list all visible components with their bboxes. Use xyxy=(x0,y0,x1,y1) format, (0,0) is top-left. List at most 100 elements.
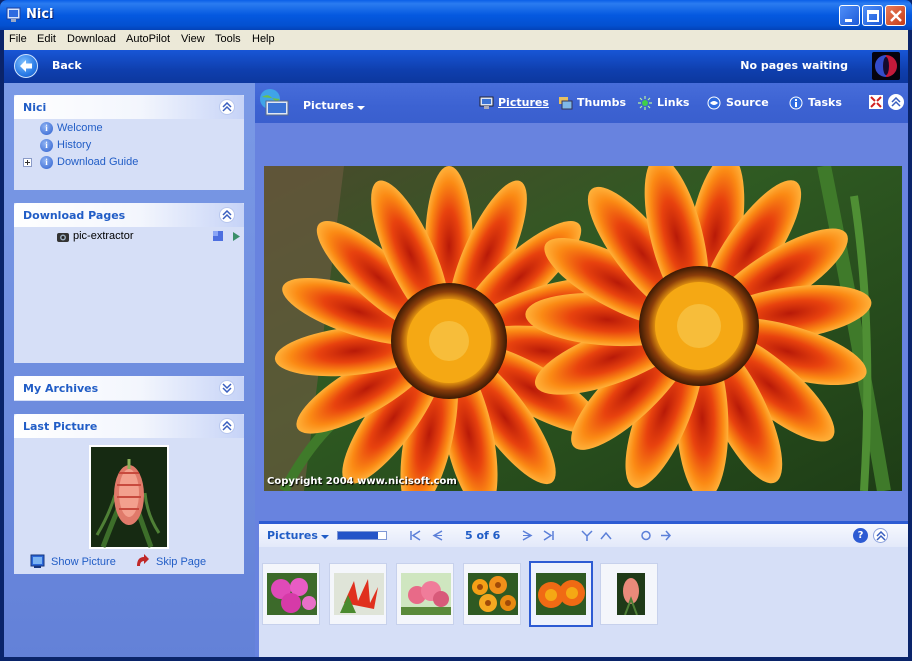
help-icon[interactable]: ? xyxy=(853,528,868,543)
last-picture-header[interactable]: Last Picture xyxy=(14,414,244,438)
copyright-watermark: Copyright 2004 www.nicisoft.com xyxy=(267,476,457,487)
info-icon: i xyxy=(40,139,53,152)
info-icon: i xyxy=(40,156,53,169)
main-content: Pictures Pictures Thumbs Links Source Ta… xyxy=(255,83,908,657)
thumbnail-image xyxy=(617,573,645,615)
archives-title: My Archives xyxy=(23,382,99,395)
thumbs-icon xyxy=(559,97,573,110)
collapse-up-icon[interactable] xyxy=(600,530,612,541)
thumbnail-image xyxy=(334,573,384,615)
close-icon xyxy=(890,10,902,22)
tab-tasks-label: Tasks xyxy=(808,96,842,109)
thumbnail-image xyxy=(401,573,451,615)
menu-view[interactable]: View xyxy=(181,33,205,45)
thumbnail[interactable] xyxy=(463,563,521,625)
previous-page-icon[interactable] xyxy=(431,530,443,541)
filmstrip-toolbar: Pictures 5 of 6 ? xyxy=(259,521,908,547)
tab-pictures-label: Pictures xyxy=(498,96,549,109)
next-page-icon[interactable] xyxy=(522,530,534,541)
info-icon: i xyxy=(40,122,53,135)
filmstrip-title: Pictures xyxy=(267,529,318,542)
maximize-icon xyxy=(867,10,879,22)
thumbnail-image xyxy=(468,573,518,615)
thumbnail[interactable] xyxy=(262,563,320,625)
thumbnail-selected[interactable] xyxy=(529,561,593,627)
tab-links-label: Links xyxy=(657,96,690,109)
last-page-icon[interactable] xyxy=(543,530,555,541)
info-icon xyxy=(789,96,803,110)
expand-plus-icon[interactable] xyxy=(23,158,32,167)
queue-status: No pages waiting xyxy=(740,59,848,72)
collapse-up-icon[interactable] xyxy=(219,99,235,115)
menu-help[interactable]: Help xyxy=(252,33,275,45)
menu-tools[interactable]: Tools xyxy=(215,33,241,45)
tab-source-label: Source xyxy=(726,96,769,109)
navigation-bar: Back No pages waiting xyxy=(4,50,908,83)
last-picture-title: Last Picture xyxy=(23,420,98,433)
activity-orb-icon xyxy=(872,52,900,80)
back-arrow-icon xyxy=(14,54,38,78)
monitor-icon xyxy=(479,96,494,109)
download-guide-link[interactable]: Download Guide xyxy=(57,156,138,168)
menu-download[interactable]: Download xyxy=(67,33,116,45)
thumbnail[interactable] xyxy=(329,563,387,625)
expand-down-icon[interactable] xyxy=(219,380,235,396)
forward-icon[interactable] xyxy=(660,530,672,541)
first-page-icon[interactable] xyxy=(409,530,421,541)
menu-edit[interactable]: Edit xyxy=(37,33,56,45)
thumbnail[interactable] xyxy=(600,563,658,625)
refresh-icon[interactable] xyxy=(640,530,652,541)
chevron-down-icon xyxy=(321,535,329,539)
nici-panel-title: Nici xyxy=(23,101,47,114)
history-link[interactable]: History xyxy=(57,139,91,151)
picture-viewer: Copyright 2004 www.nicisoft.com xyxy=(255,123,908,515)
play-icon[interactable] xyxy=(232,231,241,242)
collapse-up-icon[interactable] xyxy=(219,418,235,434)
progress-fill xyxy=(338,532,378,539)
gazania-photo xyxy=(264,166,902,491)
chevron-down-icon xyxy=(357,106,365,110)
minimize-icon xyxy=(845,19,852,22)
last-picture-thumbnail[interactable] xyxy=(89,445,169,549)
download-pages-header[interactable]: Download Pages xyxy=(14,203,244,227)
skip-page-icon xyxy=(137,554,149,566)
nici-panel-header[interactable]: Nici xyxy=(14,95,244,119)
close-button[interactable] xyxy=(885,5,906,26)
view-dropdown[interactable]: Pictures xyxy=(303,99,365,112)
thumbnail-image xyxy=(536,573,586,615)
filmstrip-dropdown[interactable]: Pictures xyxy=(259,524,349,547)
task-sidebar: Nici i Welcome i History i Download Guid… xyxy=(4,83,255,657)
skip-page-link[interactable]: Skip Page xyxy=(156,556,206,568)
camera-icon xyxy=(57,233,69,242)
stop-icon[interactable] xyxy=(212,230,224,242)
collapse-up-icon[interactable] xyxy=(219,207,235,223)
fullscreen-icon[interactable] xyxy=(869,95,883,109)
collapse-up-icon[interactable] xyxy=(888,94,904,110)
welcome-link[interactable]: Welcome xyxy=(57,122,103,134)
thumbnail[interactable] xyxy=(396,563,454,625)
collapse-up-icon[interactable] xyxy=(873,528,888,543)
view-toolbar: Pictures Pictures Thumbs Links Source Ta… xyxy=(255,83,908,123)
back-button[interactable]: Back xyxy=(12,53,100,80)
minimize-button[interactable] xyxy=(839,5,860,26)
nici-panel: Nici i Welcome i History i Download Guid… xyxy=(14,95,244,190)
main-picture[interactable]: Copyright 2004 www.nicisoft.com xyxy=(264,166,902,491)
menu-autopilot[interactable]: AutoPilot xyxy=(126,33,170,45)
tab-thumbs-label: Thumbs xyxy=(577,96,627,109)
archives-panel: My Archives xyxy=(14,376,244,401)
thumbnail-strip xyxy=(259,547,908,657)
download-item[interactable]: pic-extractor xyxy=(73,230,134,242)
back-label: Back xyxy=(52,59,82,72)
show-picture-link[interactable]: Show Picture xyxy=(51,556,116,568)
archives-header[interactable]: My Archives xyxy=(14,376,244,400)
maximize-button[interactable] xyxy=(862,5,883,26)
expand-down-icon[interactable] xyxy=(581,530,593,541)
menu-file[interactable]: File xyxy=(9,33,27,45)
pictures-view-icon xyxy=(260,89,289,116)
source-icon xyxy=(707,96,721,110)
download-pages-title: Download Pages xyxy=(23,209,126,222)
download-progress-bar xyxy=(337,531,387,540)
last-picture-panel: Last Picture Show Picture Skip Page xyxy=(14,414,244,574)
links-icon xyxy=(638,96,652,110)
menu-bar: File Edit Download AutoPilot View Tools … xyxy=(4,30,908,50)
